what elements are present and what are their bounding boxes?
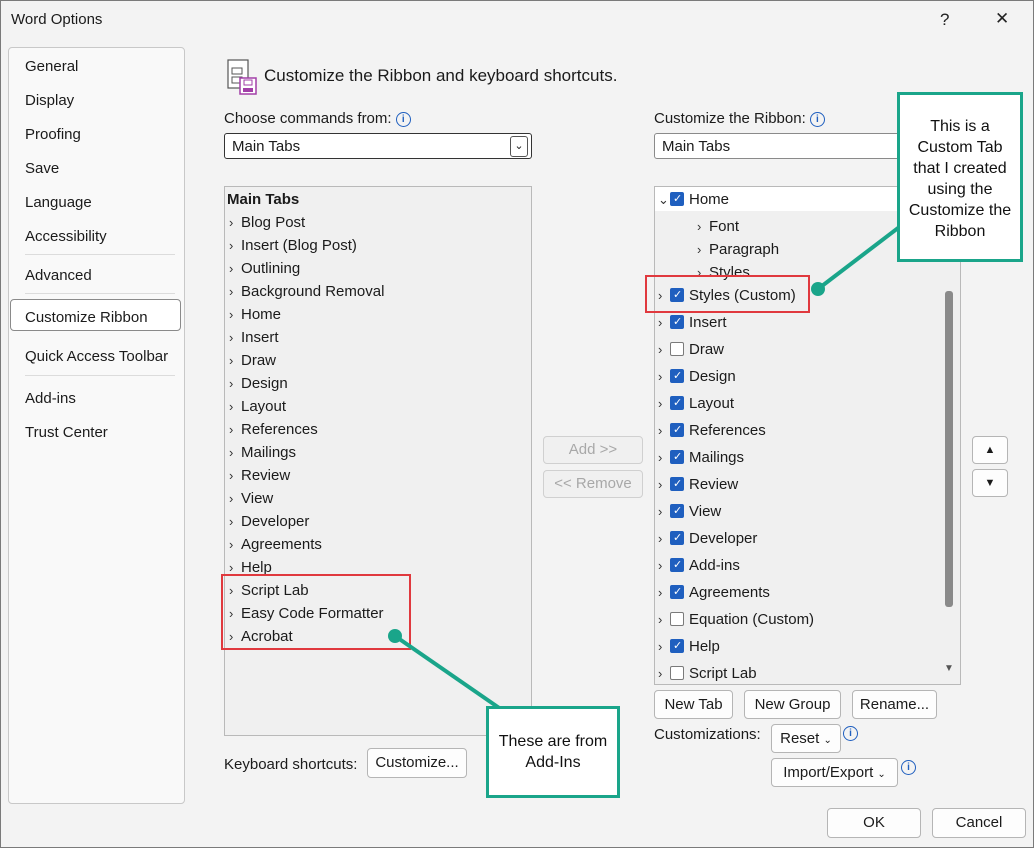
addins-connector-dot (388, 629, 402, 643)
custom-tab-callout: This is a Custom Tab that I created usin… (897, 92, 1023, 262)
custom-tab-connector (816, 223, 904, 291)
addins-connector (393, 634, 507, 714)
addins-callout: These are from Add-Ins (486, 706, 620, 798)
custom-tab-connector-dot (811, 282, 825, 296)
